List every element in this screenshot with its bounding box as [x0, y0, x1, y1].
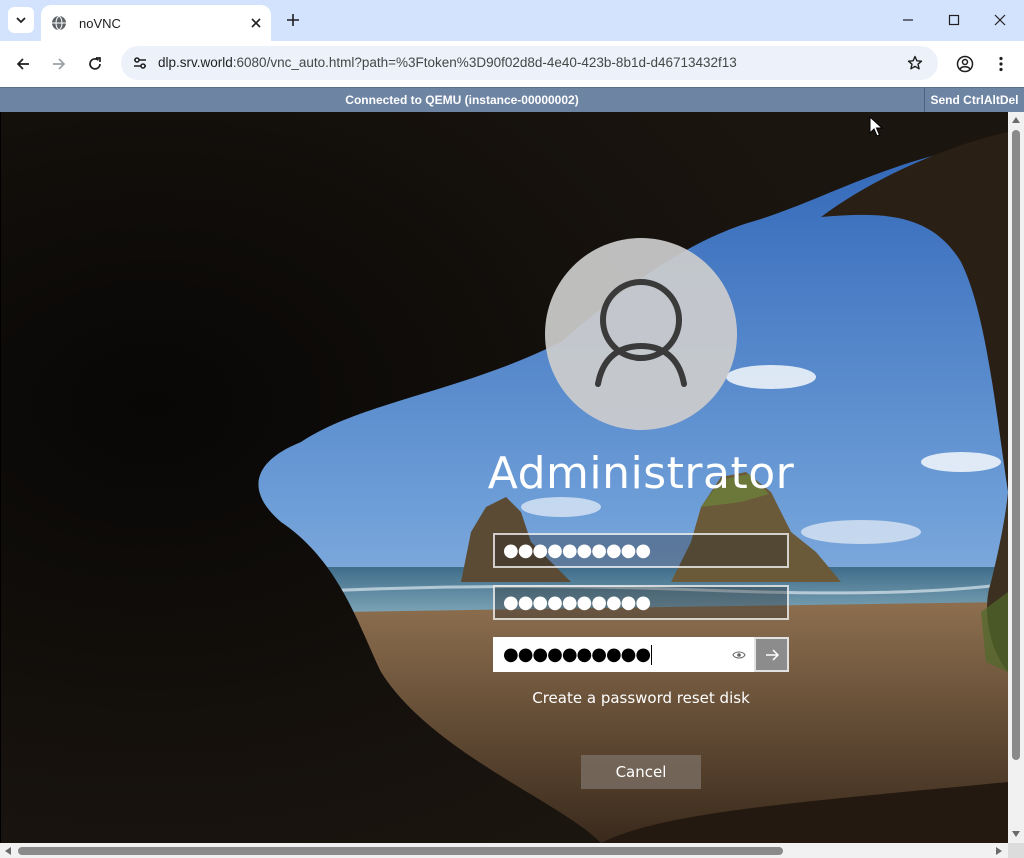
- reload-icon: [89, 57, 101, 70]
- address-bar[interactable]: dlp.srv.world:6080/vnc_auto.html?path=%3…: [121, 46, 938, 80]
- new-password-field[interactable]: ●●●●●●●●●●: [493, 585, 789, 620]
- kebab-menu-icon: [999, 56, 1003, 72]
- password-reset-disk-link[interactable]: Create a password reset disk: [441, 689, 841, 707]
- url-host: dlp.srv.world: [158, 55, 233, 70]
- profile-button[interactable]: [951, 50, 979, 78]
- mouse-cursor-icon: [869, 116, 883, 137]
- close-icon: [994, 14, 1006, 26]
- cancel-button[interactable]: Cancel: [581, 755, 701, 789]
- vnc-status-bar: Connected to QEMU (instance-00000002) Se…: [0, 87, 1024, 112]
- url-text[interactable]: dlp.srv.world:6080/vnc_auto.html?path=%3…: [158, 55, 737, 70]
- arrow-right-icon: [765, 648, 779, 661]
- scroll-right-icon: [996, 847, 1002, 855]
- confirm-password-value: ●●●●●●●●●●: [503, 644, 651, 665]
- plus-icon: [287, 14, 299, 26]
- arrow-right-icon: [53, 58, 66, 70]
- new-password-value: ●●●●●●●●●●: [503, 592, 651, 613]
- tab-close-button[interactable]: [245, 12, 267, 34]
- user-avatar: [545, 238, 737, 430]
- tab-strip: noVNC: [0, 0, 1024, 41]
- tab-search-button[interactable]: [8, 7, 34, 33]
- star-icon: [907, 55, 923, 70]
- maximize-button[interactable]: [931, 0, 977, 40]
- eye-icon: [732, 651, 746, 659]
- browser-menu-button[interactable]: [987, 50, 1015, 78]
- confirm-password-field[interactable]: ●●●●●●●●●●: [493, 637, 789, 672]
- arrow-left-icon: [16, 58, 29, 70]
- close-icon: [251, 18, 261, 28]
- horizontal-scroll-thumb[interactable]: [18, 847, 783, 855]
- bookmark-button[interactable]: [904, 52, 926, 74]
- scroll-down-icon: [1012, 831, 1020, 837]
- minimize-icon: [903, 19, 913, 21]
- new-tab-button[interactable]: [281, 8, 305, 32]
- reveal-password-button[interactable]: [731, 647, 747, 663]
- maximize-icon: [948, 14, 960, 26]
- scroll-up-icon: [1012, 117, 1020, 123]
- vertical-scrollbar[interactable]: [1008, 112, 1024, 843]
- back-button[interactable]: [9, 50, 37, 78]
- url-path: :6080/vnc_auto.html?path=%3Ftoken%3D90f0…: [232, 55, 737, 70]
- user-icon: [595, 279, 687, 387]
- browser-toolbar: dlp.srv.world:6080/vnc_auto.html?path=%3…: [0, 41, 1024, 87]
- submit-button[interactable]: [754, 637, 789, 672]
- login-username: Administrator: [487, 448, 795, 499]
- site-info-button[interactable]: [127, 50, 153, 76]
- remote-screen[interactable]: Administrator ●●●●●●●●●● ●●●●●●●●●● ●●●●…: [1, 112, 1008, 843]
- chevron-down-icon: [16, 17, 26, 24]
- forward-button[interactable]: [45, 50, 73, 78]
- person-circle-icon: [956, 55, 974, 73]
- old-password-field[interactable]: ●●●●●●●●●●: [493, 533, 789, 568]
- horizontal-scrollbar[interactable]: [0, 843, 1008, 858]
- scroll-left-icon: [5, 847, 11, 855]
- tab-novnc[interactable]: noVNC: [41, 5, 271, 41]
- globe-icon: [52, 15, 66, 31]
- vertical-scroll-thumb[interactable]: [1012, 130, 1020, 760]
- send-ctrlaltdel-button[interactable]: Send CtrlAltDel: [924, 88, 1024, 112]
- minimize-button[interactable]: [885, 0, 931, 40]
- tab-title: noVNC: [79, 15, 121, 31]
- old-password-value: ●●●●●●●●●●: [503, 540, 651, 561]
- vnc-status-text: Connected to QEMU (instance-00000002): [345, 93, 579, 107]
- reload-button[interactable]: [81, 50, 109, 78]
- text-caret: [651, 645, 653, 665]
- scrollbar-corner: [1008, 843, 1024, 858]
- close-window-button[interactable]: [977, 0, 1023, 40]
- tune-icon: [134, 57, 146, 69]
